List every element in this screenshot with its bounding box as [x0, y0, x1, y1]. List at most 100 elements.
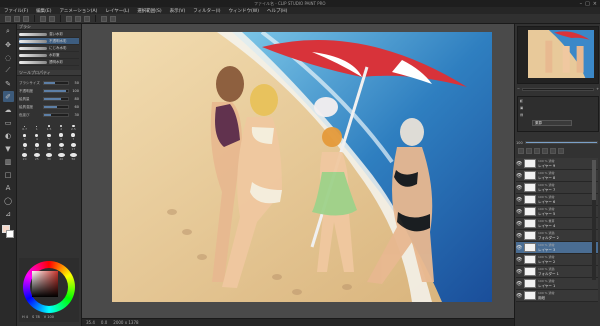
brush-size-preset[interactable]: 17	[68, 143, 79, 151]
layer-row[interactable]: 👁 100 % 通常 レイヤー 7	[516, 182, 598, 194]
paint-density-slider[interactable]	[43, 105, 69, 109]
pen-icon[interactable]: ✎	[3, 78, 14, 89]
airbrush-icon[interactable]: ☁	[3, 104, 14, 115]
brush-size-preset[interactable]: 1	[31, 123, 42, 131]
layer-row[interactable]: 👁 100 % 通過 フォルダー 2	[516, 230, 598, 242]
visibility-icon[interactable]: 👁	[516, 185, 522, 191]
eraser-icon[interactable]: ▭	[3, 117, 14, 128]
layer-row[interactable]: 👁 100 % 通常 レイヤー 8	[516, 170, 598, 182]
navigator-panel[interactable]	[517, 26, 599, 84]
menu-file[interactable]: ファイル(F)	[4, 8, 28, 14]
shape-icon[interactable]: □	[3, 169, 14, 180]
brush-size-preset[interactable]: 12	[43, 143, 54, 151]
prop-brush-size[interactable]: ブラシサイズ 50	[19, 79, 79, 87]
brush-item[interactable]: 透明水彩	[19, 59, 79, 66]
layer-row[interactable]: 👁 100 % 通過 フォルダー 1	[516, 266, 598, 278]
brush-size-preset[interactable]: 50	[68, 153, 79, 161]
visibility-icon[interactable]: 👁	[516, 269, 522, 275]
text-icon[interactable]: A	[3, 182, 14, 193]
brush-item[interactable]: 濃い水彩	[19, 31, 79, 38]
menu-animation[interactable]: アニメーション(A)	[59, 8, 97, 14]
zoom-icon[interactable]: ⌕	[3, 26, 14, 37]
menu-layer[interactable]: レイヤー(L)	[105, 8, 129, 14]
open-file-icon[interactable]	[14, 15, 20, 22]
layer-color-icon[interactable]: ◧	[520, 99, 523, 103]
new-layer-icon[interactable]	[518, 148, 524, 154]
move-icon[interactable]: ✥	[3, 39, 14, 50]
brush-size-preset[interactable]: 4	[31, 133, 42, 141]
visibility-icon[interactable]: 👁	[516, 209, 522, 215]
prop-opacity[interactable]: 不透明度 100	[19, 87, 79, 95]
layer-row[interactable]: 👁 100 % 通常 レイヤー 2	[516, 254, 598, 266]
visibility-icon[interactable]: 👁	[516, 245, 522, 251]
balloon-icon[interactable]: ◯	[3, 195, 14, 206]
canvas-area[interactable]	[82, 24, 514, 318]
ruler-snap-icon[interactable]	[110, 15, 116, 22]
clear-icon[interactable]	[66, 15, 72, 22]
brush-size-preset[interactable]: 20	[19, 153, 30, 161]
brush-size-preset[interactable]: 8	[19, 143, 30, 151]
menu-window[interactable]: ウィンドウ(W)	[229, 8, 259, 14]
scroll-thumb[interactable]	[592, 160, 596, 200]
layer-row[interactable]: 👁 100 % 通常 レイヤー 9	[516, 158, 598, 170]
menu-edit[interactable]: 編集(E)	[36, 8, 51, 14]
sub-color-swatch[interactable]	[6, 230, 14, 238]
visibility-icon[interactable]: 👁	[516, 173, 522, 179]
color-swatches[interactable]	[2, 225, 14, 239]
layer-scrollbar[interactable]	[592, 160, 596, 280]
brush-size-preset[interactable]: 3	[19, 133, 30, 141]
mask-icon[interactable]	[550, 148, 556, 154]
brush-item[interactable]: 不透明水彩	[19, 38, 79, 45]
new-folder-icon[interactable]	[526, 148, 532, 154]
border-effect-icon[interactable]: ▣	[520, 106, 523, 110]
layer-opacity-slider[interactable]	[524, 141, 598, 144]
visibility-icon[interactable]: 👁	[516, 293, 522, 299]
eyedropper-icon[interactable]: ⟋	[3, 65, 14, 76]
zoom-out-icon[interactable]: −	[517, 87, 520, 91]
visibility-icon[interactable]: 👁	[516, 281, 522, 287]
brush-size-preset[interactable]: 6	[56, 133, 67, 141]
brush-size-preset[interactable]: 2.5	[68, 123, 79, 131]
tone-icon[interactable]: ▤	[520, 113, 523, 117]
layer-row[interactable]: 👁 100 % 通常 レイヤー 6	[516, 194, 598, 206]
zoom-level[interactable]: 35.4	[86, 320, 95, 325]
brush-item[interactable]: 水彩筆	[19, 52, 79, 59]
brush-size-preset[interactable]: 2	[56, 123, 67, 131]
canvas-artwork[interactable]	[112, 32, 492, 302]
brush-size-preset[interactable]: 10	[31, 143, 42, 151]
save-icon[interactable]	[23, 15, 29, 22]
maximize-icon[interactable]: □	[585, 1, 590, 7]
lasso-icon[interactable]: ◌	[3, 52, 14, 63]
brush-item[interactable]: にじみ水彩	[19, 45, 79, 52]
deselect-icon[interactable]	[84, 15, 90, 22]
ruler-icon[interactable]: ⊿	[3, 208, 14, 219]
new-file-icon[interactable]	[5, 15, 11, 22]
visibility-icon[interactable]: 👁	[516, 197, 522, 203]
layer-row[interactable]: 👁 100 % 乗算 レイヤー 4	[516, 218, 598, 230]
brush-icon[interactable]: ✐	[2, 91, 14, 102]
visibility-icon[interactable]: 👁	[516, 221, 522, 227]
redo-icon[interactable]	[49, 15, 55, 22]
clip-layer-icon[interactable]	[534, 148, 540, 154]
minimize-icon[interactable]: –	[580, 1, 583, 7]
undo-icon[interactable]	[40, 15, 46, 22]
brush-size-preset[interactable]: 25	[31, 153, 42, 161]
navigator-thumbnail[interactable]	[528, 30, 594, 78]
layer-row[interactable]: 👁 100 % 通常 レイヤー 5	[516, 206, 598, 218]
fill-icon[interactable]: ▼	[3, 143, 14, 154]
zoom-slider[interactable]	[521, 87, 595, 91]
brush-size-preset[interactable]: 7	[68, 133, 79, 141]
gradient-icon[interactable]: ▥	[3, 156, 14, 167]
visibility-icon[interactable]: 👁	[516, 257, 522, 263]
lock-icon[interactable]	[542, 148, 548, 154]
snap-icon[interactable]	[101, 15, 107, 22]
brush-size-preset[interactable]: 40	[56, 153, 67, 161]
zoom-in-icon[interactable]: +	[596, 87, 599, 91]
layer-row[interactable]: 👁 100 % 通常 レイヤー 1	[516, 278, 598, 290]
menu-filter[interactable]: フィルター(I)	[193, 8, 220, 14]
delete-layer-icon[interactable]	[558, 148, 564, 154]
blend-icon[interactable]: ◐	[3, 130, 14, 141]
prop-color-stretch[interactable]: 色延び 30	[19, 111, 79, 119]
visibility-icon[interactable]: 👁	[516, 233, 522, 239]
opacity-value[interactable]: 100	[516, 141, 523, 145]
